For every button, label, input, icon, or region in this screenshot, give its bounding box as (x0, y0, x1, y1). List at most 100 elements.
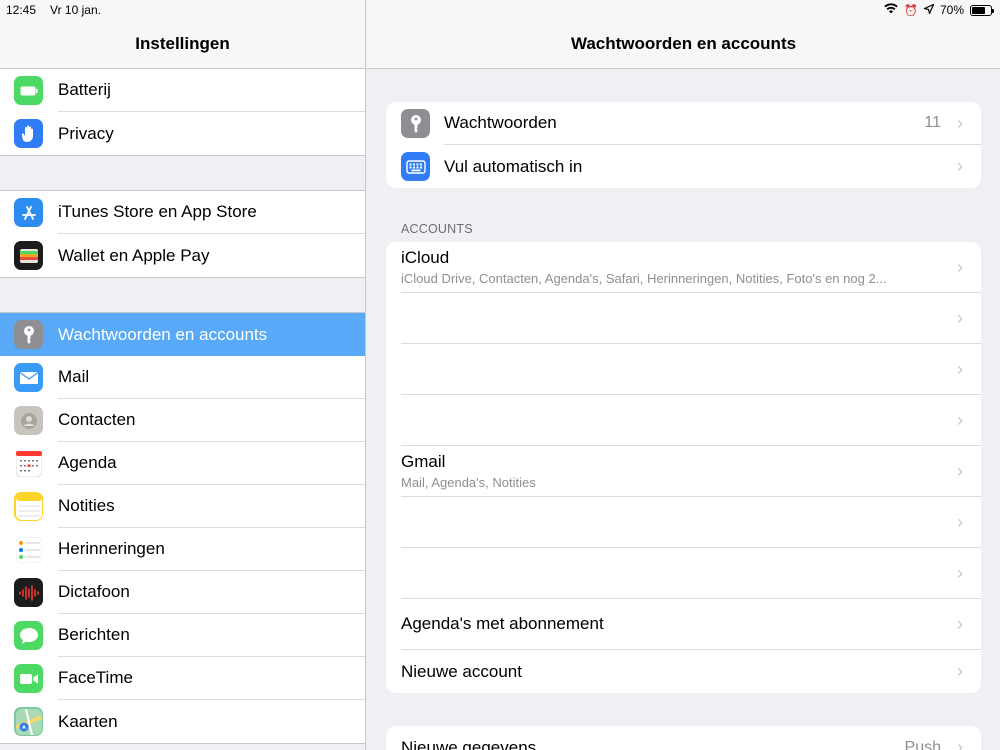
sidebar-item-agenda[interactable]: Agenda (0, 442, 365, 485)
chevron-right-icon: › (957, 661, 963, 681)
status-time: 12:45 (6, 3, 37, 17)
wallet-icon (14, 241, 43, 270)
sidebar-item-label: Kaarten (58, 711, 118, 731)
chevron-right-icon: › (957, 460, 963, 481)
row-vul-automatisch-in[interactable]: Vul automatisch in › (386, 145, 981, 188)
sidebar-item-privacy[interactable]: Privacy (0, 112, 365, 155)
sidebar-item-wachtwoorden-en-accounts[interactable]: Wachtwoorden en accounts (0, 313, 365, 356)
chevron-right-icon: › (957, 358, 963, 379)
row-content: › (401, 497, 981, 548)
contacts-icon (14, 406, 43, 435)
sidebar-item-label: Notities (58, 485, 365, 528)
account-text: Gmail Mail, Agenda's, Notities (401, 452, 949, 490)
row-content: iCloud iCloud Drive, Contacten, Agenda's,… (401, 242, 981, 293)
sidebar-item-contacten[interactable]: Contacten (0, 399, 365, 442)
sidebar-item-herinneringen[interactable]: Herinneringen (0, 528, 365, 571)
chevron-right-icon: › (957, 613, 963, 634)
chevron-right-icon: › (957, 511, 963, 532)
sidebar-item-label: Privacy (58, 123, 114, 143)
account-title: Gmail (401, 452, 446, 471)
mail-icon (14, 363, 43, 392)
row-content: Agenda's met abonnement › (401, 599, 981, 650)
messages-icon (14, 621, 43, 650)
row-wachtwoorden[interactable]: Wachtwoorden 11 › (386, 102, 981, 145)
sidebar-item-label: Wachtwoorden en accounts (58, 324, 268, 344)
account-title: Nieuwe account (401, 661, 522, 681)
sidebar-item-facetime[interactable]: FaceTime (0, 657, 365, 700)
row-label: Vul automatisch in (444, 156, 583, 176)
hand-icon (14, 119, 43, 148)
account-text: Nieuwe account (401, 662, 949, 682)
status-bar: 12:45 Vr 10 jan. ⏰ 70% (0, 0, 1000, 20)
accounts-section-header: ACCOUNTS (401, 222, 473, 236)
row-content: › (401, 395, 981, 446)
sidebar-item-wallet-en-apple-pay[interactable]: Wallet en Apple Pay (0, 234, 365, 277)
sidebar-item-label: Mail (58, 356, 365, 399)
account-subtitle: iCloud Drive, Contacten, Agenda's, Safar… (401, 271, 887, 286)
sidebar-item-kaarten[interactable]: Kaarten (0, 700, 365, 743)
row-content: Gmail Mail, Agenda's, Notities › (401, 446, 981, 497)
fetch-value: Push (904, 738, 941, 750)
sidebar-item-mail[interactable]: Mail (0, 356, 365, 399)
chevron-right-icon: › (957, 409, 963, 430)
account-row[interactable]: › (386, 344, 981, 395)
account-row-gmail[interactable]: Gmail Mail, Agenda's, Notities › (386, 446, 981, 497)
row-content: › (401, 344, 981, 395)
detail-title: Wachtwoorden en accounts (570, 34, 797, 53)
row-content: › (401, 548, 981, 599)
voice-memo-icon (14, 578, 43, 607)
facetime-icon (14, 664, 43, 693)
sidebar-item-itunes-store-en-app-store[interactable]: iTunes Store en App Store (0, 191, 365, 234)
battery-percent: 70% (939, 3, 964, 17)
battery-indicator-icon (970, 4, 994, 16)
key-icon (401, 109, 430, 138)
account-row[interactable]: › (386, 293, 981, 344)
passwords-card: Wachtwoorden 11 › Vul automatisch in › (386, 102, 981, 188)
sidebar-item-berichten[interactable]: Berichten (0, 614, 365, 657)
maps-icon (14, 707, 43, 736)
fetch-new-data-row[interactable]: Nieuwe gegevens Push › (386, 726, 981, 750)
sidebar-item-batterij[interactable]: Batterij (0, 69, 365, 112)
account-row-icloud[interactable]: iCloud iCloud Drive, Contacten, Agenda's,… (386, 242, 981, 293)
account-subtitle: Mail, Agenda's, Notities (401, 475, 536, 490)
row-label: Wachtwoorden (444, 113, 557, 132)
sidebar-item-label: Agenda (58, 442, 365, 485)
sidebar-item-label: Wallet en Apple Pay (58, 245, 210, 265)
account-row[interactable]: › (386, 548, 981, 599)
alarm-icon: ⏰ (904, 4, 918, 17)
row-content: Vul automatisch in › (444, 145, 981, 188)
row-content: › (401, 293, 981, 344)
account-row-agenda-s-met-abonnement[interactable]: Agenda's met abonnement › (386, 599, 981, 650)
key-icon (14, 320, 43, 349)
chevron-right-icon: › (957, 156, 963, 176)
sidebar-title: Instellingen (135, 34, 230, 53)
sidebar-item-label: Dictafoon (58, 571, 365, 614)
sidebar-item-label: Berichten (58, 614, 365, 657)
sidebar-item-label: iTunes Store en App Store (58, 191, 365, 234)
sidebar-item-label: Batterij (58, 69, 365, 112)
battery-icon (14, 76, 43, 105)
reminders-icon (14, 535, 43, 564)
row-content: Wachtwoorden 11 › (444, 102, 981, 145)
sidebar-item-notities[interactable]: Notities (0, 485, 365, 528)
account-row-nieuwe-account[interactable]: Nieuwe account › (386, 650, 981, 693)
row-value: 11 (924, 114, 941, 131)
chevron-right-icon: › (957, 256, 963, 277)
detail-pane: Wachtwoorden en accounts Wachtwoorden 11 ›… (367, 0, 1000, 750)
account-row[interactable]: › (386, 395, 981, 446)
settings-group: iTunes Store en App Store Wallet en Apple… (0, 190, 365, 278)
keyboard-icon (401, 152, 430, 181)
chevron-right-icon: › (957, 562, 963, 583)
account-row[interactable]: › (386, 497, 981, 548)
account-title: iCloud (401, 248, 450, 267)
chevron-right-icon: › (957, 112, 963, 133)
sidebar-item-label: FaceTime (58, 657, 365, 700)
settings-sidebar: Instellingen Batterij Privacy iTunes Store… (0, 0, 366, 750)
row-content: Nieuwe account › (401, 650, 981, 693)
status-date: Vr 10 jan. (50, 3, 101, 17)
wifi-icon (884, 3, 898, 17)
sidebar-item-dictafoon[interactable]: Dictafoon (0, 571, 365, 614)
sidebar-item-label: Herinneringen (58, 528, 365, 571)
